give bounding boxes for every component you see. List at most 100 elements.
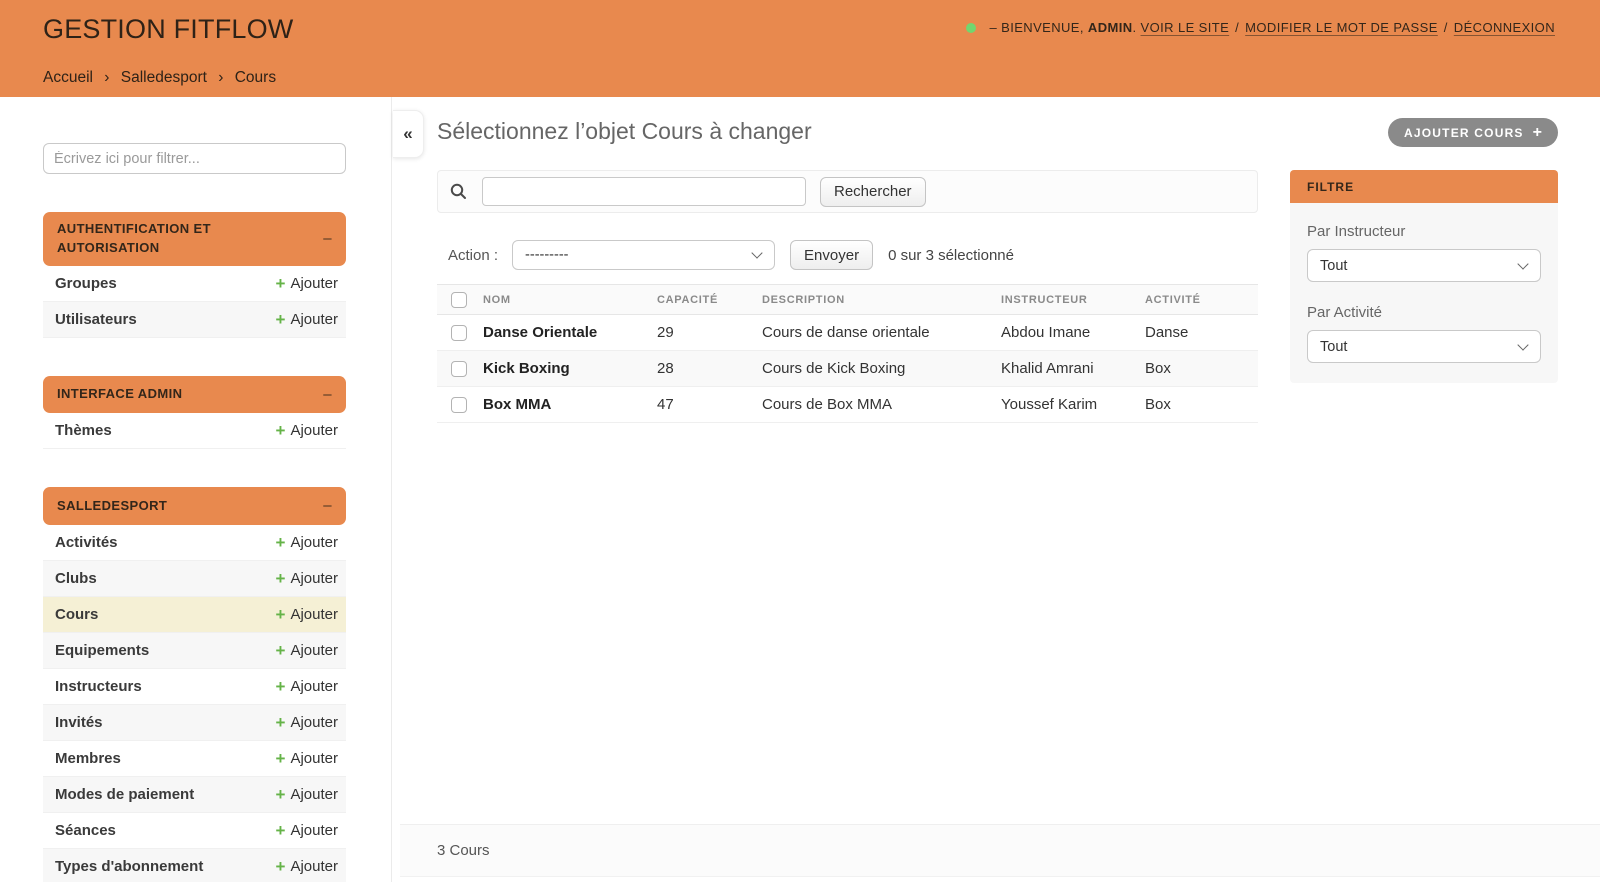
sidebar-item-cours: Cours + Ajouter xyxy=(43,597,346,634)
search-input[interactable] xyxy=(482,177,806,206)
model-link-types-abonnement[interactable]: Types d'abonnement xyxy=(55,858,203,875)
cell-capacite: 28 xyxy=(653,350,758,387)
row-link-box-mma[interactable]: Box MMA xyxy=(483,396,551,413)
add-groupes-link[interactable]: + Ajouter xyxy=(276,275,338,292)
row-checkbox[interactable] xyxy=(451,396,467,413)
sidebar-item-seances: Séances + Ajouter xyxy=(43,813,346,850)
add-label: Ajouter xyxy=(290,534,338,552)
model-link-equipements[interactable]: Equipements xyxy=(55,642,149,659)
breadcrumb-current: Cours xyxy=(234,69,277,86)
add-themes-link[interactable]: + Ajouter xyxy=(276,422,338,439)
cell-description: Cours de Kick Boxing xyxy=(758,350,997,387)
add-clubs-link[interactable]: + Ajouter xyxy=(276,570,338,587)
column-header-nom[interactable]: NOM xyxy=(479,284,653,315)
cell-activite: Danse xyxy=(1141,314,1258,351)
model-link-clubs[interactable]: Clubs xyxy=(55,570,97,587)
add-membres-link[interactable]: + Ajouter xyxy=(276,750,338,767)
model-link-utilisateurs[interactable]: Utilisateurs xyxy=(55,311,137,328)
model-link-seances[interactable]: Séances xyxy=(55,822,116,839)
add-icon: + xyxy=(275,641,286,661)
column-header-capacite[interactable]: CAPACITÉ xyxy=(653,284,758,315)
sidebar-item-utilisateurs: Utilisateurs + Ajouter xyxy=(43,301,346,338)
add-cours-link[interactable]: + Ajouter xyxy=(276,606,338,623)
sidebar-item-modes-de-paiement: Modes de paiement + Ajouter xyxy=(43,777,346,814)
add-types-abonnement-link[interactable]: + Ajouter xyxy=(276,858,338,875)
breadcrumb-home-link[interactable]: Accueil xyxy=(43,69,93,86)
model-link-membres[interactable]: Membres xyxy=(55,750,121,767)
add-cours-button-label: AJOUTER COURS xyxy=(1404,125,1524,140)
column-header-description[interactable]: DESCRIPTION xyxy=(758,284,997,315)
add-cours-button[interactable]: AJOUTER COURS + xyxy=(1388,118,1558,147)
model-link-instructeurs[interactable]: Instructeurs xyxy=(55,678,142,695)
view-site-link[interactable]: VOIR LE SITE xyxy=(1141,20,1230,35)
add-equipements-link[interactable]: + Ajouter xyxy=(276,642,338,659)
site-title[interactable]: GESTION FITFLOW xyxy=(43,14,294,45)
row-link-kick-boxing[interactable]: Kick Boxing xyxy=(483,360,570,377)
add-icon: + xyxy=(275,533,286,553)
section-header-salledesport[interactable]: SALLEDESPORT – xyxy=(43,487,346,526)
result-count: 3 Cours xyxy=(437,842,490,859)
search-button[interactable]: Rechercher xyxy=(820,176,926,207)
sidebar-filter-input[interactable] xyxy=(43,143,346,174)
add-activites-link[interactable]: + Ajouter xyxy=(276,534,338,551)
collapse-section-icon[interactable]: – xyxy=(323,384,332,406)
action-select-value: --------- xyxy=(525,247,569,263)
model-link-invites[interactable]: Invités xyxy=(55,714,103,731)
select-all-checkbox[interactable] xyxy=(451,291,467,308)
collapse-section-icon[interactable]: – xyxy=(323,228,332,250)
add-seances-link[interactable]: + Ajouter xyxy=(276,822,338,839)
section-title: SALLEDESPORT xyxy=(57,497,168,513)
add-icon: + xyxy=(275,785,286,805)
selection-counter: 0 sur 3 sélectionné xyxy=(888,246,1014,264)
add-instructeurs-link[interactable]: + Ajouter xyxy=(276,678,338,695)
filter-activite-select[interactable]: Tout xyxy=(1307,330,1541,363)
row-checkbox[interactable] xyxy=(451,360,467,377)
model-link-activites[interactable]: Activités xyxy=(55,534,118,551)
filter-panel: FILTRE Par Instructeur Tout Par Activité… xyxy=(1290,170,1558,383)
add-icon: + xyxy=(275,677,286,697)
row-link-danse-orientale[interactable]: Danse Orientale xyxy=(483,324,597,341)
column-header-instructeur[interactable]: INSTRUCTEUR xyxy=(997,284,1141,315)
add-modes-de-paiement-link[interactable]: + Ajouter xyxy=(276,786,338,803)
cell-description: Cours de danse orientale xyxy=(758,314,997,351)
table-row: Box MMA 47 Cours de Box MMA Youssef Kari… xyxy=(437,386,1258,423)
add-label: Ajouter xyxy=(290,822,338,840)
model-link-themes[interactable]: Thèmes xyxy=(55,422,112,439)
action-submit-button[interactable]: Envoyer xyxy=(790,240,874,270)
column-header-activite[interactable]: ACTIVITÉ xyxy=(1141,284,1258,315)
add-icon: + xyxy=(275,749,286,769)
collapse-section-icon[interactable]: – xyxy=(323,495,332,517)
model-link-modes-de-paiement[interactable]: Modes de paiement xyxy=(55,786,194,803)
sidebar-section-authentification: AUTHENTIFICATION ET AUTORISATION – Group… xyxy=(43,212,346,338)
change-password-link[interactable]: MODIFIER LE MOT DE PASSE xyxy=(1245,20,1438,35)
add-icon: + xyxy=(275,713,286,733)
breadcrumb-app-link[interactable]: Salledesport xyxy=(121,69,207,86)
cell-activite: Box xyxy=(1141,386,1258,423)
filter-instructeur-select[interactable]: Tout xyxy=(1307,249,1541,282)
model-link-groupes[interactable]: Groupes xyxy=(55,275,117,292)
section-header-authentification[interactable]: AUTHENTIFICATION ET AUTORISATION – xyxy=(43,212,346,266)
plus-icon: + xyxy=(1532,123,1542,141)
sidebar-item-types-abonnement: Types d'abonnement + Ajouter xyxy=(43,849,346,882)
model-link-cours[interactable]: Cours xyxy=(55,606,98,623)
add-label: Ajouter xyxy=(290,858,338,876)
section-header-interface-admin[interactable]: INTERFACE ADMIN – xyxy=(43,375,346,414)
add-utilisateurs-link[interactable]: + Ajouter xyxy=(276,311,338,328)
filter-instructeur-value: Tout xyxy=(1320,257,1348,274)
sidebar-item-themes: Thèmes + Ajouter xyxy=(43,413,346,450)
filter-activite-value: Tout xyxy=(1320,338,1348,355)
breadcrumb-separator: › xyxy=(218,69,224,86)
add-label: Ajouter xyxy=(290,570,338,588)
action-label: Action : xyxy=(448,246,499,264)
add-label: Ajouter xyxy=(290,606,338,624)
sidebar-item-equipements: Equipements + Ajouter xyxy=(43,633,346,670)
filter-group-activite: Par Activité Tout xyxy=(1307,304,1541,363)
logout-link[interactable]: DÉCONNEXION xyxy=(1454,20,1555,35)
add-invites-link[interactable]: + Ajouter xyxy=(276,714,338,731)
app-header: GESTION FITFLOW – BIENVENUE, ADMIN . VOI… xyxy=(0,0,1600,97)
action-select[interactable]: --------- xyxy=(512,240,776,270)
row-checkbox[interactable] xyxy=(451,324,467,341)
changelist: Rechercher Action : --------- Envoyer 0 … xyxy=(437,170,1258,423)
sidebar-collapse-button[interactable]: « xyxy=(393,110,424,158)
add-icon: + xyxy=(275,821,286,841)
